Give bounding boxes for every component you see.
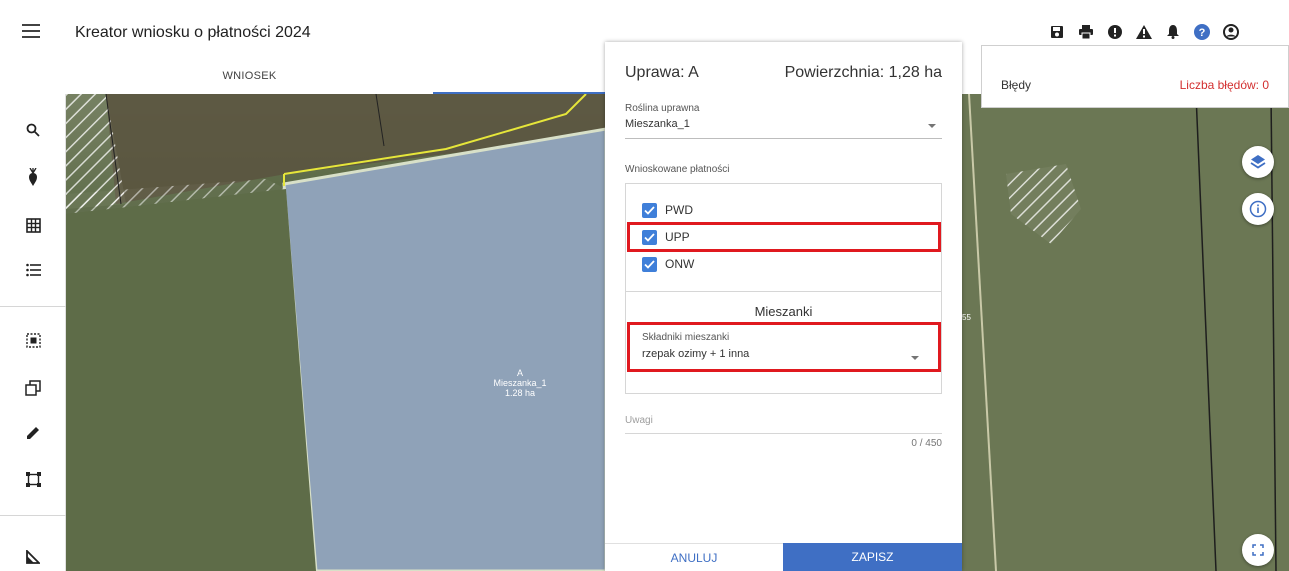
crop-area: Powierzchnia: 1,28 ha [784,64,942,81]
left-toolbar [0,94,66,571]
payments-label: Wnioskowane płatności [625,164,730,175]
parcel-label: A Mieszanka_1 1.28 ha [480,368,560,398]
print-icon[interactable] [1071,22,1100,42]
fullscreen-button[interactable] [1242,534,1274,566]
save-button[interactable]: ZAPISZ [783,543,962,571]
mix-title: Mieszanki [754,304,813,319]
bell-icon[interactable] [1158,22,1187,42]
checkbox-checked-icon [642,256,657,272]
cancel-button[interactable]: ANULUJ [605,543,783,571]
chevron-down-icon [928,124,936,128]
errors-count: Liczba błędów: 0 [1179,78,1269,92]
map-side-label: 55 [962,313,971,322]
list-icon[interactable] [20,257,46,283]
pencil-icon[interactable] [20,420,46,446]
plant-label: Roślina uprawna [625,103,700,114]
checkbox-checked-icon [642,202,657,218]
parcel-plant: Mieszanka_1 [493,378,547,388]
notes-field[interactable] [625,433,942,434]
svg-text:?: ? [1198,27,1205,39]
parcel-id: A [516,368,523,378]
payment-label: ONW [665,257,695,271]
help-icon[interactable]: ? [1187,22,1216,42]
panel-header: Uprawa: A Powierzchnia: 1,28 ha [625,64,942,88]
top-toolbar: ? [1042,22,1245,42]
plant-value: Mieszanka_1 [625,118,690,130]
tab-underline [433,66,605,94]
measure-icon[interactable] [20,544,46,570]
parcel-area: 1.28 ha [504,388,536,398]
toolbar-divider [0,515,66,516]
menu-icon[interactable] [22,24,40,38]
errors-panel[interactable]: Błędy Liczba błędów: 0 [981,45,1289,108]
info-button[interactable] [1242,193,1274,225]
bounding-box-icon[interactable] [20,466,46,492]
payment-onw-checkbox[interactable]: ONW [642,255,694,273]
search-icon[interactable] [20,117,46,143]
layers-button[interactable] [1242,146,1274,178]
copy-icon[interactable] [20,375,46,401]
payment-pwd-checkbox[interactable]: PWD [642,201,693,219]
crop-title: Uprawa: A [625,64,699,81]
info-icon [1249,200,1267,218]
payments-divider [626,291,941,292]
alert-circle-icon[interactable] [1100,22,1129,42]
notes-counter: 0 / 450 [911,438,942,449]
plant-select[interactable]: Mieszanka_1 [625,118,942,139]
errors-label: Błędy [1001,78,1032,92]
notes-label: Uwagi [625,415,653,426]
tab-wniosek[interactable]: WNIOSEK [66,66,433,94]
grid-icon[interactable] [20,212,46,238]
payment-label: PWD [665,203,693,217]
highlight-upp [627,222,941,252]
app-title: Kreator wniosku o płatności 2024 [75,24,311,41]
select-area-icon[interactable] [20,327,46,353]
highlight-mix [627,322,941,372]
warning-icon[interactable] [1129,22,1158,42]
layers-icon [1250,155,1266,169]
crop-panel: Uprawa: A Powierzchnia: 1,28 ha Roślina … [605,42,962,571]
crop-icon[interactable] [20,164,46,190]
toolbar-divider [0,306,66,307]
account-icon[interactable] [1216,22,1245,42]
fullscreen-icon [1252,544,1264,556]
save-icon[interactable] [1042,22,1071,42]
